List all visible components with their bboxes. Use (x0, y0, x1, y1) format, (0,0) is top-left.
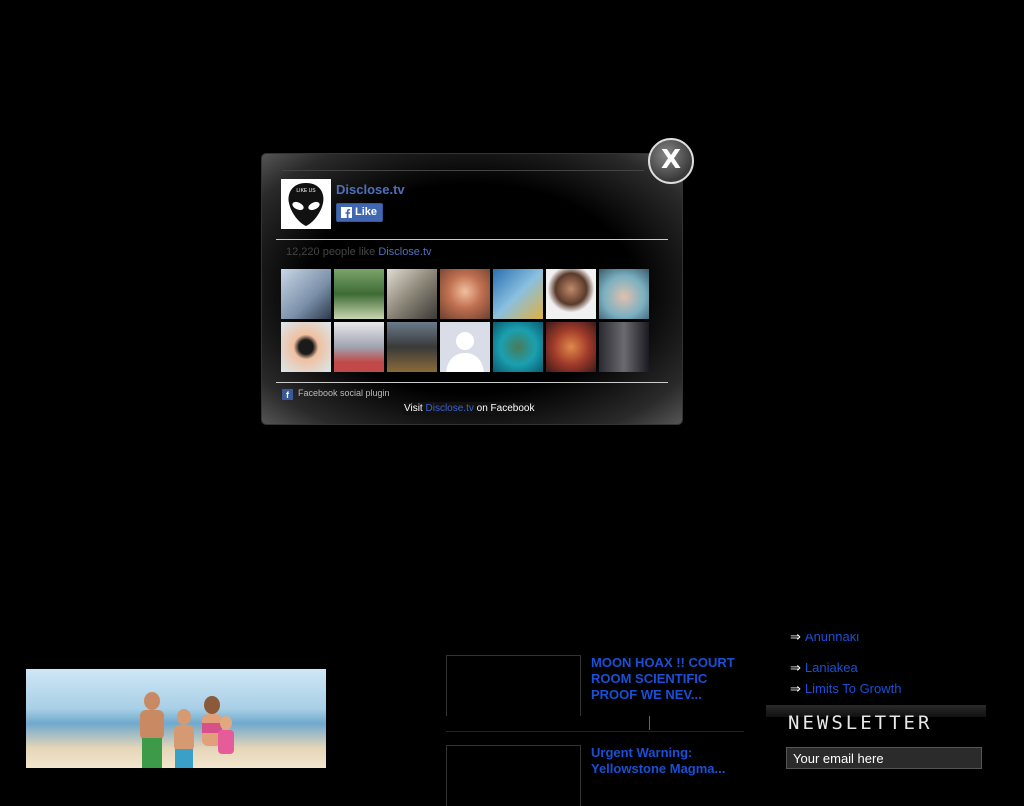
page-avatar[interactable]: LIKE US (281, 179, 331, 229)
facebook-icon: f (282, 389, 293, 400)
fan-avatar[interactable] (599, 269, 649, 319)
divider (276, 382, 668, 383)
fan-avatar[interactable] (281, 269, 331, 319)
like-button[interactable]: Like (336, 203, 383, 222)
visit-page-link[interactable]: Disclose.tv (426, 403, 474, 414)
newsletter-email-input[interactable]: Your email here (786, 747, 982, 769)
count-page-link[interactable]: Disclose.tv (378, 246, 431, 258)
close-modal-button[interactable]: X (648, 138, 694, 184)
plugin-top-border (282, 170, 644, 171)
fan-avatar[interactable] (493, 322, 543, 372)
article-title-link[interactable]: MOON HOAX !! COURT ROOM SCIENTIFIC PROOF… (591, 655, 741, 703)
sidebar-link-laniakea[interactable]: ⇒ Laniakea (790, 657, 901, 678)
like-button-label: Like (355, 206, 378, 218)
fan-avatar[interactable] (281, 322, 331, 372)
newsletter-title: NEWSLETTER (788, 712, 933, 734)
fan-avatar[interactable] (387, 322, 437, 372)
article-title-link[interactable]: Urgent Warning: Yellowstone Magma... (591, 745, 741, 777)
facebook-f-icon (341, 207, 352, 218)
fan-avatar[interactable] (334, 269, 384, 319)
ad-family-beach-image[interactable] (26, 669, 326, 768)
fan-faces-grid (281, 269, 653, 373)
alien-head-icon: LIKE US (281, 179, 331, 229)
fan-avatar-default[interactable] (440, 322, 490, 372)
article-divider (446, 731, 744, 732)
arrow-icon: ⇒ (790, 634, 801, 644)
default-profile-icon (440, 322, 490, 372)
fan-avatar[interactable] (493, 269, 543, 319)
arrow-icon: ⇒ (790, 681, 801, 696)
fan-avatar[interactable] (546, 322, 596, 372)
like-count: 12,220 people like Disclose.tv (286, 246, 432, 258)
fan-avatar[interactable] (387, 269, 437, 319)
page-name-link[interactable]: Disclose.tv (336, 182, 405, 197)
sidebar-link-anunnaki[interactable]: ⇒ Anunnaki (790, 634, 901, 648)
visit-on-facebook: Visit Disclose.tv on Facebook (403, 402, 536, 415)
divider-tick (649, 716, 650, 730)
avatar-badge-text: LIKE US (296, 188, 316, 194)
fan-avatar[interactable] (440, 269, 490, 319)
fan-avatar[interactable] (334, 322, 384, 372)
article-thumbnail[interactable] (446, 655, 581, 716)
arrow-icon: ⇒ (790, 660, 801, 675)
family-photo-figures (140, 692, 234, 768)
sidebar-tag-links: ⇒ Anunnaki ⇒ Laniakea ⇒ Limits To Growth (790, 634, 901, 699)
divider (276, 239, 668, 240)
sidebar-link-limits-to-growth[interactable]: ⇒ Limits To Growth (790, 678, 901, 699)
article-thumbnail[interactable] (446, 745, 581, 806)
facebook-plugin-label[interactable]: f Facebook social plugin (282, 388, 390, 400)
fan-avatar[interactable] (599, 322, 649, 372)
fan-avatar[interactable] (546, 269, 596, 319)
